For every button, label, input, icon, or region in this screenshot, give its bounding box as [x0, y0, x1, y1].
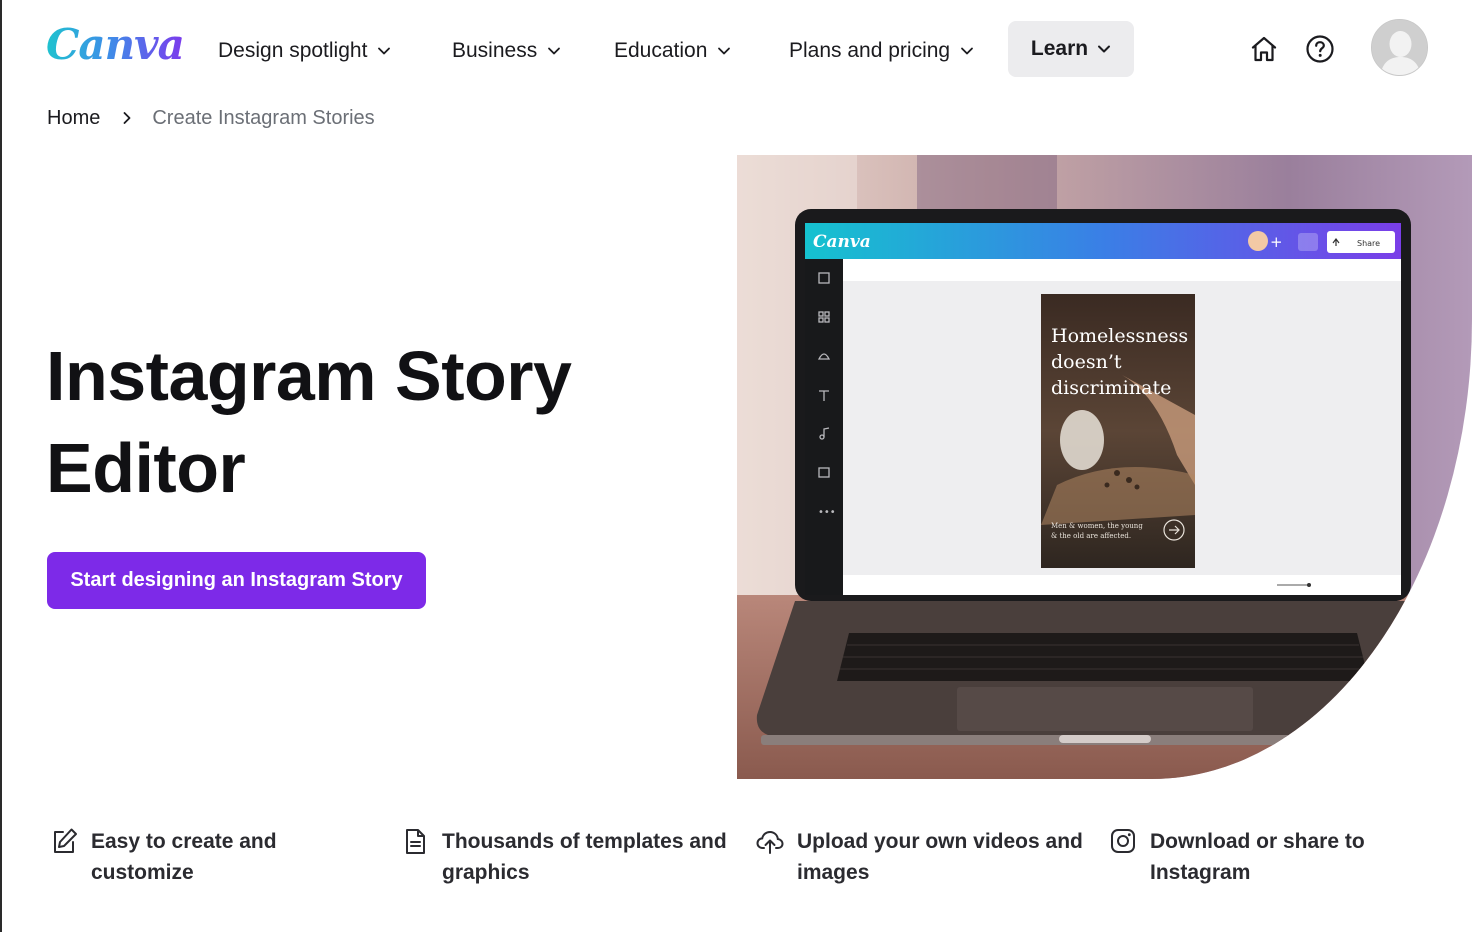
mockup-app-logo: Canva — [813, 232, 871, 252]
feature-item-easy: Easy to create and customize — [49, 826, 277, 888]
home-icon[interactable] — [1249, 34, 1279, 64]
feature-text-line-2: graphics — [442, 861, 530, 884]
svg-text:•••: ••• — [818, 507, 836, 518]
feature-item-templates: Thousands of templates and graphics — [400, 826, 727, 888]
top-navigation: Canva Design spotlight Business Educatio… — [0, 0, 1472, 100]
nav-plans-and-pricing[interactable]: Plans and pricing — [789, 36, 974, 66]
nav-label: Business — [452, 39, 538, 62]
mockup-story-headline-1: Homelessness — [1051, 325, 1188, 347]
page-title: Instagram Story Editor — [46, 330, 686, 514]
nav-label: Education — [614, 39, 708, 62]
chevron-down-icon — [548, 47, 561, 55]
nav-label: Plans and pricing — [789, 39, 951, 62]
feature-text-line-2: customize — [91, 861, 194, 884]
hero-image: Canva + Share ••• Homelessness doesn’t d… — [737, 155, 1472, 779]
feature-item-upload: Upload your own videos and images — [755, 826, 1083, 888]
feature-text-line-1: Upload your own videos and — [797, 830, 1083, 853]
nav-label: Design spotlight — [218, 39, 368, 62]
chevron-right-icon — [123, 112, 131, 124]
feature-text-line-1: Easy to create and — [91, 830, 277, 853]
breadcrumb-current: Create Instagram Stories — [152, 106, 375, 129]
nav-label: Learn — [1030, 37, 1089, 60]
nav-design-spotlight[interactable]: Design spotlight — [218, 36, 391, 66]
laptop-mockup-illustration: Canva + Share ••• Homelessness doesn’t d… — [737, 155, 1472, 779]
instagram-icon — [1111, 829, 1135, 853]
mockup-share-label: Share — [1357, 239, 1380, 248]
avatar[interactable] — [1371, 19, 1428, 76]
chevron-down-icon — [718, 47, 731, 55]
breadcrumb-home[interactable]: Home — [47, 107, 100, 130]
chevron-down-icon — [961, 47, 974, 55]
document-icon — [406, 829, 425, 854]
feature-text-line-2: Instagram — [1150, 861, 1251, 884]
page-title-line-2: Editor — [46, 429, 246, 507]
help-icon[interactable] — [1305, 34, 1335, 64]
user-silhouette-icon — [1372, 20, 1427, 75]
feature-text-line-1: Thousands of templates and — [442, 830, 727, 853]
chevron-down-icon — [378, 47, 391, 55]
edit-icon — [54, 828, 77, 853]
feature-text-line-1: Download or share to — [1150, 830, 1365, 853]
mockup-story-headline-3: discriminate — [1051, 377, 1171, 399]
nav-education[interactable]: Education — [614, 36, 731, 66]
mockup-story-caption-1: Men & women, the young — [1051, 522, 1143, 530]
feature-item-instagram: Download or share to Instagram — [1108, 826, 1365, 888]
mockup-story-headline-2: doesn’t — [1051, 351, 1122, 373]
chevron-down-icon — [1098, 45, 1111, 53]
svg-text:+: + — [1270, 233, 1283, 251]
breadcrumb: Home Create Instagram Stories — [47, 104, 375, 132]
nav-business[interactable]: Business — [452, 36, 561, 66]
left-edge-rule — [0, 0, 2, 932]
feature-text-line-2: images — [797, 861, 870, 884]
canva-logo[interactable]: Canva — [46, 20, 185, 69]
nav-learn[interactable]: Learn — [1008, 21, 1134, 77]
cloud-upload-icon — [756, 830, 784, 854]
page-title-line-1: Instagram Story — [46, 337, 572, 415]
mockup-story-caption-2: & the old are affected. — [1051, 532, 1131, 540]
start-designing-button[interactable]: Start designing an Instagram Story — [47, 552, 426, 609]
